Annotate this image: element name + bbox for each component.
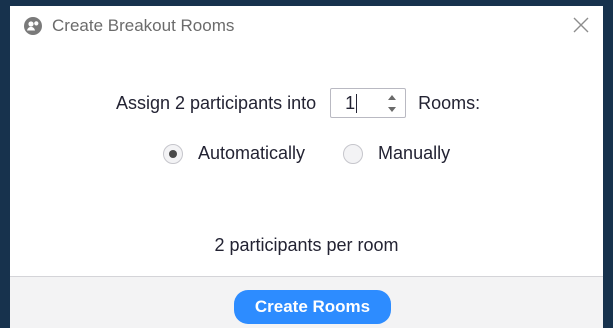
assign-row: Assign 2 participants into 1 Rooms: [116, 88, 480, 118]
assignment-mode-group: Automatically Manually [163, 143, 450, 164]
close-icon[interactable] [571, 15, 591, 35]
create-breakout-rooms-dialog: Create Breakout Rooms Assign 2 participa… [10, 6, 603, 328]
create-rooms-button[interactable]: Create Rooms [234, 290, 391, 324]
radio-automatically[interactable]: Automatically [163, 143, 305, 164]
increment-icon[interactable] [385, 91, 399, 103]
rooms-count-input[interactable]: 1 [345, 93, 355, 114]
window-title: Create Breakout Rooms [52, 16, 235, 35]
radio-manually[interactable]: Manually [343, 143, 450, 164]
radio-dot [169, 149, 177, 158]
decrement-icon[interactable] [385, 103, 399, 115]
rooms-count-stepper[interactable]: 1 [330, 88, 407, 118]
rooms-suffix-label: Rooms: [418, 92, 481, 113]
radio-manually-label: Manually [378, 143, 451, 163]
dialog-footer: Create Rooms [10, 277, 603, 328]
text-caret [356, 94, 358, 113]
radio-unselected-icon[interactable] [343, 143, 364, 164]
zoom-app-icon [24, 17, 42, 35]
title-bar: Create Breakout Rooms [10, 6, 603, 44]
participants-per-room-text: 2 participants per room [214, 235, 399, 255]
radio-selected-icon[interactable] [163, 143, 183, 164]
radio-automatically-label: Automatically [198, 143, 306, 163]
assign-prefix-label: Assign 2 participants into [116, 92, 317, 113]
